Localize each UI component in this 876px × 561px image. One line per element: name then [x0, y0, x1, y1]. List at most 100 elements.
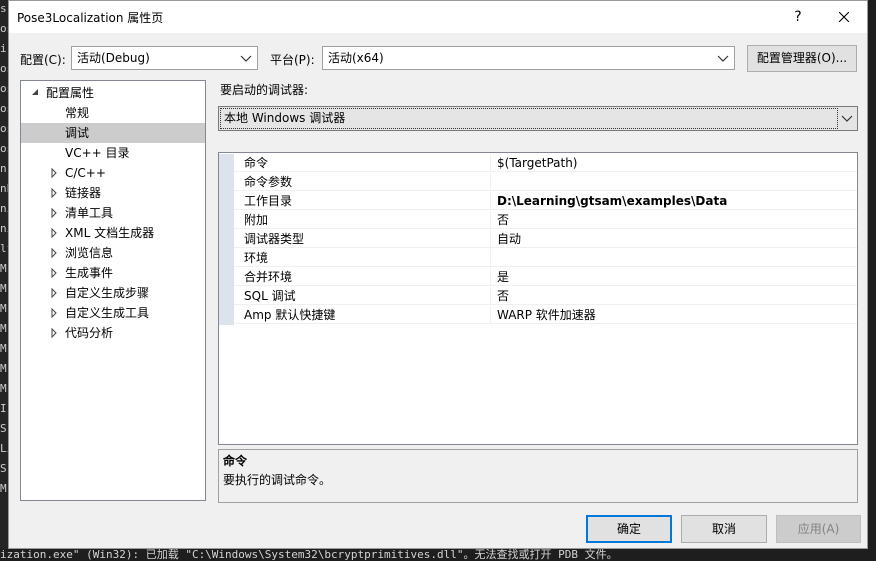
config-label: 配置(C):: [20, 53, 66, 67]
property-name: 命令: [234, 154, 491, 172]
tree-root-label: 配置属性: [46, 86, 95, 100]
background-char: M: [0, 482, 7, 495]
tree-item[interactable]: 常规: [21, 103, 205, 123]
expand-triangle-icon[interactable]: [49, 283, 61, 303]
row-gutter: [219, 268, 234, 287]
tree-item-label: VC++ 目录: [65, 146, 130, 160]
background-char: M: [0, 382, 7, 395]
background-char: nh: [0, 182, 8, 195]
chevron-down-icon: [716, 47, 730, 69]
tree-item[interactable]: 清单工具: [21, 203, 205, 223]
row-gutter: [219, 192, 234, 211]
tree-item-label: XML 文档生成器: [65, 226, 155, 240]
property-value[interactable]: $(TargetPath): [491, 154, 857, 172]
tree-item[interactable]: 生成事件: [21, 263, 205, 283]
background-char: M: [0, 322, 7, 335]
property-value[interactable]: [491, 249, 857, 267]
property-name: 附加: [234, 211, 491, 229]
config-select[interactable]: 活动(Debug): [71, 46, 258, 70]
property-value[interactable]: D:\Learning\gtsam\examples\Data: [491, 192, 857, 210]
apply-button[interactable]: 应用(A): [776, 515, 861, 543]
property-row[interactable]: 环境: [219, 249, 857, 268]
tree-item-label: 自定义生成工具: [65, 306, 150, 320]
expand-triangle-icon[interactable]: [49, 223, 61, 243]
property-value[interactable]: WARP 软件加速器: [491, 306, 857, 324]
tree-item-label: 自定义生成步骤: [65, 286, 150, 300]
property-row[interactable]: 附加否: [219, 211, 857, 230]
background-editor-strip: sosiosososososnrnhninilfMMMMMMMIrSLiSM: [0, 0, 8, 561]
row-gutter: [219, 306, 234, 325]
background-char: lf: [0, 242, 8, 255]
close-button[interactable]: [821, 1, 867, 33]
tree-item-label: 清单工具: [65, 206, 114, 220]
background-char: s: [0, 2, 7, 15]
collapse-triangle-icon[interactable]: [30, 83, 42, 103]
debugger-label: 要启动的调试器:: [220, 83, 309, 97]
expand-triangle-icon[interactable]: [49, 183, 61, 203]
tree-root-config-properties[interactable]: 配置属性: [21, 83, 205, 103]
background-char: Ir: [0, 402, 8, 415]
window-title: Pose3Localization 属性页: [17, 11, 164, 25]
property-value[interactable]: 否: [491, 211, 857, 229]
property-name: 工作目录: [234, 192, 491, 210]
property-name: Amp 默认快捷键: [234, 306, 491, 324]
tree-item[interactable]: VC++ 目录: [21, 143, 205, 163]
row-gutter: [219, 230, 234, 249]
property-value[interactable]: 是: [491, 268, 857, 286]
background-output-line: ization.exe" (Win32): 已加载 "C:\Windows\Sy…: [0, 549, 876, 561]
tree-item[interactable]: 自定义生成步骤: [21, 283, 205, 303]
background-char: os: [0, 142, 8, 155]
tree-item-label: 调试: [65, 126, 90, 140]
tree-item[interactable]: 自定义生成工具: [21, 303, 205, 323]
row-gutter: [219, 173, 234, 192]
property-name: 环境: [234, 249, 491, 267]
property-row[interactable]: Amp 默认快捷键 WARP 软件加速器: [219, 306, 857, 325]
background-char: M: [0, 262, 7, 275]
property-tree: 配置属性 常规调试 VC++ 目录 C/C++ 链接器清单工具 XML 文档生成器 浏览信…: [20, 80, 206, 501]
help-button[interactable]: ?: [775, 1, 821, 33]
description-text: 要执行的调试命令。: [223, 473, 332, 487]
config-manager-button[interactable]: 配置管理器(O)...: [747, 45, 857, 72]
expand-triangle-icon[interactable]: [49, 203, 61, 223]
tree-item-label: 链接器: [65, 186, 102, 200]
ok-button[interactable]: 确定: [586, 515, 672, 543]
property-value[interactable]: 否: [491, 287, 857, 305]
tree-item[interactable]: XML 文档生成器: [21, 223, 205, 243]
expand-triangle-icon[interactable]: [49, 263, 61, 283]
platform-select[interactable]: 活动(x64): [322, 46, 735, 70]
chevron-down-icon: [239, 47, 253, 69]
property-row[interactable]: 工作目录 D:\Learning\gtsam\examples\Data: [219, 192, 857, 211]
background-char: Li: [0, 442, 8, 455]
debugger-select[interactable]: 本地 Windows 调试器: [218, 106, 858, 131]
tree-item-label: 浏览信息: [65, 246, 114, 260]
property-name: 合并环境: [234, 268, 491, 286]
tree-item[interactable]: 链接器: [21, 183, 205, 203]
cancel-button[interactable]: 取消: [681, 515, 767, 543]
property-row[interactable]: 命令 $(TargetPath): [219, 154, 857, 173]
row-gutter: [219, 211, 234, 230]
background-char: S: [0, 462, 7, 475]
tree-item-label: 常规: [65, 106, 90, 120]
property-row[interactable]: 合并环境是: [219, 268, 857, 287]
property-value[interactable]: [491, 173, 857, 191]
property-row[interactable]: 调试器类型 自动: [219, 230, 857, 249]
background-char: nr: [0, 162, 8, 175]
background-char: M: [0, 282, 7, 295]
tree-item-label: 生成事件: [65, 266, 114, 280]
tree-item[interactable]: 浏览信息: [21, 243, 205, 263]
expand-triangle-icon[interactable]: [49, 163, 61, 183]
property-row[interactable]: 命令参数: [219, 173, 857, 192]
expand-triangle-icon[interactable]: [49, 323, 61, 343]
property-row[interactable]: SQL 调试否: [219, 287, 857, 306]
description-panel: 命令 要执行的调试命令。: [218, 449, 858, 503]
property-name: SQL 调试: [234, 287, 491, 305]
platform-label: 平台(P):: [270, 53, 315, 67]
tree-item[interactable]: 调试: [21, 123, 205, 143]
debugger-value: 本地 Windows 调试器: [224, 111, 346, 125]
expand-triangle-icon[interactable]: [49, 303, 61, 323]
property-value[interactable]: 自动: [491, 230, 857, 248]
expand-triangle-icon[interactable]: [49, 243, 61, 263]
tree-item[interactable]: 代码分析: [21, 323, 205, 343]
tree-item[interactable]: C/C++: [21, 163, 205, 183]
background-char: os: [0, 102, 8, 115]
